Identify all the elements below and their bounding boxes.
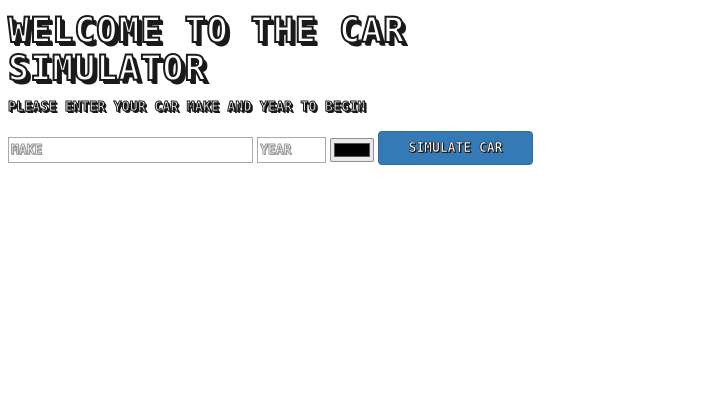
car-form: SIMULATE CAR xyxy=(8,131,533,165)
simulate-car-button[interactable]: SIMULATE CAR xyxy=(378,131,533,165)
page-subtitle: PLEASE ENTER YOUR CAR MAKE AND YEAR TO B… xyxy=(8,100,366,116)
color-picker[interactable] xyxy=(330,138,374,162)
color-swatch xyxy=(334,143,370,157)
year-input[interactable] xyxy=(257,137,326,163)
make-input[interactable] xyxy=(8,137,253,163)
page-title: WELCOME TO THE CAR SIMULATOR xyxy=(7,11,406,89)
header: WELCOME TO THE CAR SIMULATOR PLEASE ENTE… xyxy=(7,11,708,116)
